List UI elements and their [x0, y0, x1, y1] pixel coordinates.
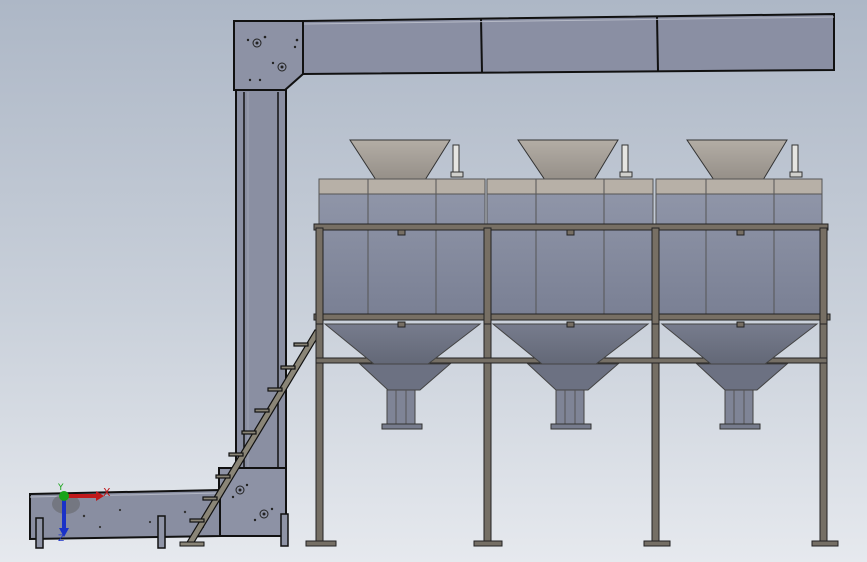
- bucket-elevator-silo-model[interactable]: [0, 0, 867, 562]
- silo-1[interactable]: [318, 139, 486, 430]
- elevator-head[interactable]: [233, 20, 304, 91]
- cad-viewport[interactable]: X Y Z: [0, 0, 867, 562]
- silo-3[interactable]: [655, 139, 823, 430]
- axis-x-label: X: [103, 486, 111, 499]
- axis-z-label: Z: [58, 534, 65, 544]
- silo-2[interactable]: [486, 139, 654, 430]
- axis-y-label: Y: [58, 483, 64, 493]
- elevator-column[interactable]: [235, 89, 287, 471]
- top-conveyor[interactable]: [302, 12, 835, 76]
